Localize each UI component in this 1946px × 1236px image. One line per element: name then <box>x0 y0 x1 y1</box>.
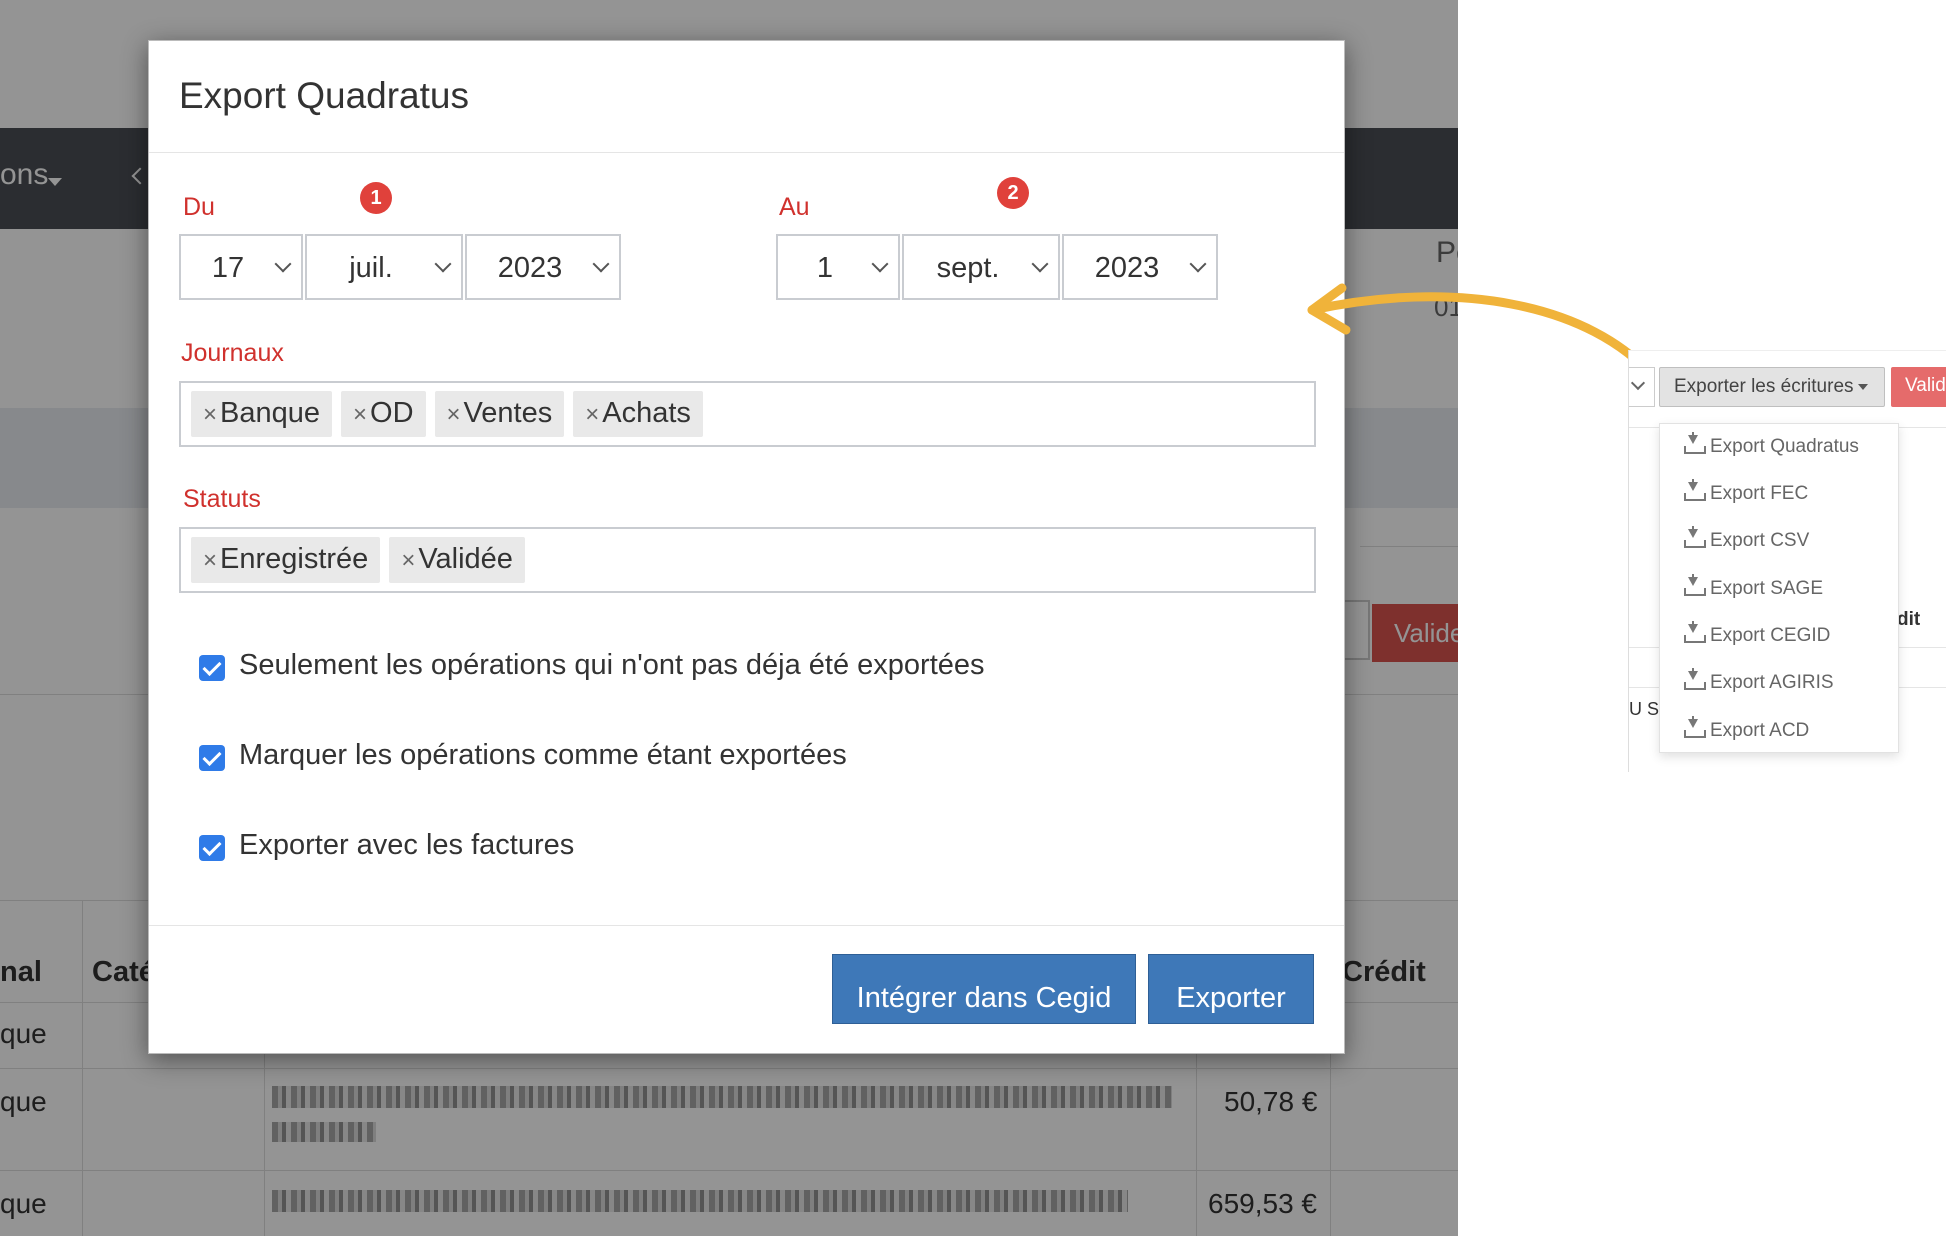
menu-item-export-sage[interactable]: Export SAGE <box>1684 574 1823 608</box>
to-year-select[interactable]: 2023 <box>1062 234 1218 300</box>
menu-item-export-agiris[interactable]: Export AGIRIS <box>1684 668 1834 702</box>
menu-item-export-acd[interactable]: Export ACD <box>1684 716 1810 750</box>
from-month-select[interactable]: juil. <box>305 234 463 300</box>
download-icon <box>1684 716 1706 738</box>
statuts-multiselect[interactable]: × Enregistrée × Validée <box>179 527 1316 593</box>
download-icon <box>1684 621 1706 643</box>
with-invoices-checkbox[interactable] <box>199 835 225 861</box>
to-month-value: sept. <box>936 252 1000 284</box>
download-icon <box>1684 668 1706 690</box>
statut-tag-validee: × Validée <box>389 537 525 583</box>
menu-item-label: Export AGIRIS <box>1710 672 1834 693</box>
download-icon <box>1684 432 1706 454</box>
menu-item-label: Export Quadratus <box>1710 436 1859 457</box>
from-year-value: 2023 <box>497 252 563 284</box>
to-day-select[interactable]: 1 <box>776 234 900 300</box>
journaux-multiselect[interactable]: × Banque × OD × Ventes × Achats <box>179 381 1316 447</box>
tag-label: Achats <box>602 397 691 429</box>
to-label: Au <box>779 193 810 221</box>
menu-item-label: Export CEGID <box>1710 625 1831 646</box>
journaux-label: Journaux <box>181 339 284 367</box>
not-exported-label[interactable]: Seulement les opérations qui n'ont pas d… <box>239 649 985 682</box>
from-day-value: 17 <box>211 252 245 284</box>
export-button[interactable]: Exporter <box>1148 954 1314 1024</box>
chevron-down-icon <box>1189 255 1207 273</box>
row-fragment: U S <box>1629 699 1660 719</box>
download-icon <box>1684 479 1706 501</box>
menu-item-label: Export ACD <box>1710 720 1810 741</box>
export-modal: Export Quadratus Du 1 17 juil. 2023 Au 2… <box>148 40 1345 1054</box>
download-icon <box>1684 574 1706 596</box>
journal-tag-banque: × Banque <box>191 391 333 437</box>
not-exported-checkbox[interactable] <box>199 655 225 681</box>
modal-header: Export Quadratus <box>149 41 1344 153</box>
export-entries-label: Exporter les écritures <box>1674 376 1854 397</box>
tag-label: Ventes <box>463 397 553 429</box>
close-icon[interactable]: × <box>353 401 367 428</box>
step-badge-2: 2 <box>997 177 1029 209</box>
from-day-select[interactable]: 17 <box>179 234 303 300</box>
step-badge-1: 1 <box>360 182 392 214</box>
menu-item-export-csv[interactable]: Export CSV <box>1684 526 1810 560</box>
from-year-select[interactable]: 2023 <box>465 234 621 300</box>
valide-button-inset[interactable]: Valide <box>1891 367 1946 407</box>
journal-tag-ventes: × Ventes <box>434 391 565 437</box>
export-entries-button[interactable]: Exporter les écritures <box>1659 367 1885 407</box>
with-invoices-label[interactable]: Exporter avec les factures <box>239 829 574 862</box>
to-year-value: 2023 <box>1094 252 1160 284</box>
integrate-cegid-button[interactable]: Intégrer dans Cegid <box>832 954 1136 1024</box>
mark-exported-checkbox[interactable] <box>199 745 225 771</box>
chevron-down-icon <box>434 255 452 273</box>
from-month-value: juil. <box>349 252 393 284</box>
chevron-down-icon <box>1031 255 1049 273</box>
to-month-select[interactable]: sept. <box>902 234 1060 300</box>
menu-item-label: Export SAGE <box>1710 578 1823 599</box>
tag-label: Banque <box>220 397 321 429</box>
statut-tag-enregistree: × Enregistrée <box>191 537 381 583</box>
export-dropdown-inset: Exporter les écritures Valide dit U S Ex… <box>1628 350 1946 772</box>
close-icon[interactable]: × <box>401 547 415 574</box>
chevron-down-icon <box>592 255 610 273</box>
chevron-down-icon[interactable] <box>1629 367 1655 407</box>
credit-header-fragment: dit <box>1897 609 1921 630</box>
tag-label: Enregistrée <box>220 543 369 575</box>
journal-tag-od: × OD <box>341 391 426 437</box>
caret-down-icon <box>1857 383 1868 390</box>
chevron-down-icon <box>871 255 889 273</box>
close-icon[interactable]: × <box>585 401 599 428</box>
to-day-value: 1 <box>816 252 834 284</box>
chevron-down-icon <box>274 255 292 273</box>
mark-exported-label[interactable]: Marquer les opérations comme étant expor… <box>239 739 847 772</box>
journal-tag-achats: × Achats <box>573 391 703 437</box>
tag-label: OD <box>370 397 414 429</box>
close-icon[interactable]: × <box>203 547 217 574</box>
menu-item-export-fec[interactable]: Export FEC <box>1684 479 1809 513</box>
export-dropdown-menu: Export Quadratus Export FEC Export CSV E… <box>1659 423 1899 753</box>
modal-title: Export Quadratus <box>179 75 469 116</box>
menu-item-export-cegid[interactable]: Export CEGID <box>1684 621 1831 655</box>
close-icon[interactable]: × <box>447 401 461 428</box>
download-icon <box>1684 526 1706 548</box>
menu-item-export-quadratus[interactable]: Export Quadratus <box>1684 432 1859 466</box>
close-icon[interactable]: × <box>203 401 217 428</box>
from-label: Du <box>183 193 215 221</box>
tag-label: Validée <box>418 543 513 575</box>
statuts-label: Statuts <box>183 485 261 513</box>
menu-item-label: Export CSV <box>1710 530 1810 551</box>
curved-arrow-icon <box>1307 283 1663 387</box>
menu-item-label: Export FEC <box>1710 483 1809 504</box>
